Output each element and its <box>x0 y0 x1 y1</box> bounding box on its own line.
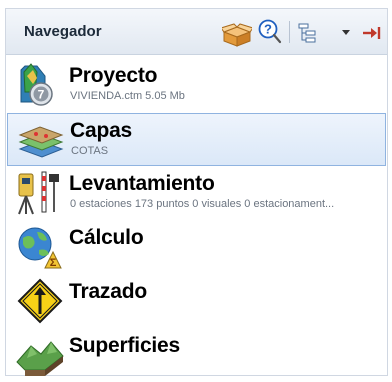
svg-text:Σ: Σ <box>50 257 57 269</box>
nav-item-subtitle: VIVIENDA.ctm 5.05 Mb <box>70 90 185 102</box>
nav-item-title: Trazado <box>69 280 147 303</box>
svg-text:?: ? <box>264 22 272 37</box>
nav-item-title: Superficies <box>69 334 181 357</box>
road-sign-icon <box>15 278 65 324</box>
svg-text:7: 7 <box>38 88 45 102</box>
nav-item-superficies[interactable]: Superficies <box>7 329 386 382</box>
nav-item-levantamiento[interactable]: Levantamiento 0 estaciones 173 puntos 0 … <box>7 167 386 220</box>
toolbar-separator <box>289 21 290 43</box>
nav-item-title: Cálculo <box>69 226 144 249</box>
nav-item-subtitle: COTAS <box>71 145 109 157</box>
nav-item-proyecto[interactable]: 7 Proyecto VIVIENDA.ctm 5.05 Mb <box>7 59 386 112</box>
dropdown-arrow-icon[interactable] <box>342 30 350 36</box>
nav-item-title: Proyecto <box>69 64 158 87</box>
nav-item-calculo[interactable]: Σ Cálculo <box>7 221 386 274</box>
project-icon: 7 <box>15 62 65 108</box>
nav-item-subtitle: 0 estaciones 173 puntos 0 visuales 0 est… <box>70 198 335 210</box>
tree-view-icon[interactable] <box>298 23 320 43</box>
nav-item-title: Levantamiento <box>69 172 215 195</box>
calculation-globe-icon: Σ <box>15 224 65 270</box>
package-icon[interactable] <box>222 23 252 47</box>
help-icon[interactable]: ? <box>258 19 282 45</box>
navigator-header: Navegador ? <box>6 9 387 55</box>
nav-item-title: Capas <box>70 119 133 142</box>
navigator-title: Navegador <box>24 23 102 40</box>
navigator-panel: Navegador ? 7 Proyecto VIVIENDA.ctm 5.05… <box>5 8 388 376</box>
nav-item-capas[interactable]: Capas COTAS <box>7 113 386 166</box>
terrain-surface-icon <box>15 332 65 378</box>
nav-item-trazado[interactable]: Trazado <box>7 275 386 328</box>
pin-right-icon[interactable] <box>362 25 382 41</box>
survey-total-station-icon <box>15 170 65 216</box>
layers-icon <box>16 117 66 163</box>
